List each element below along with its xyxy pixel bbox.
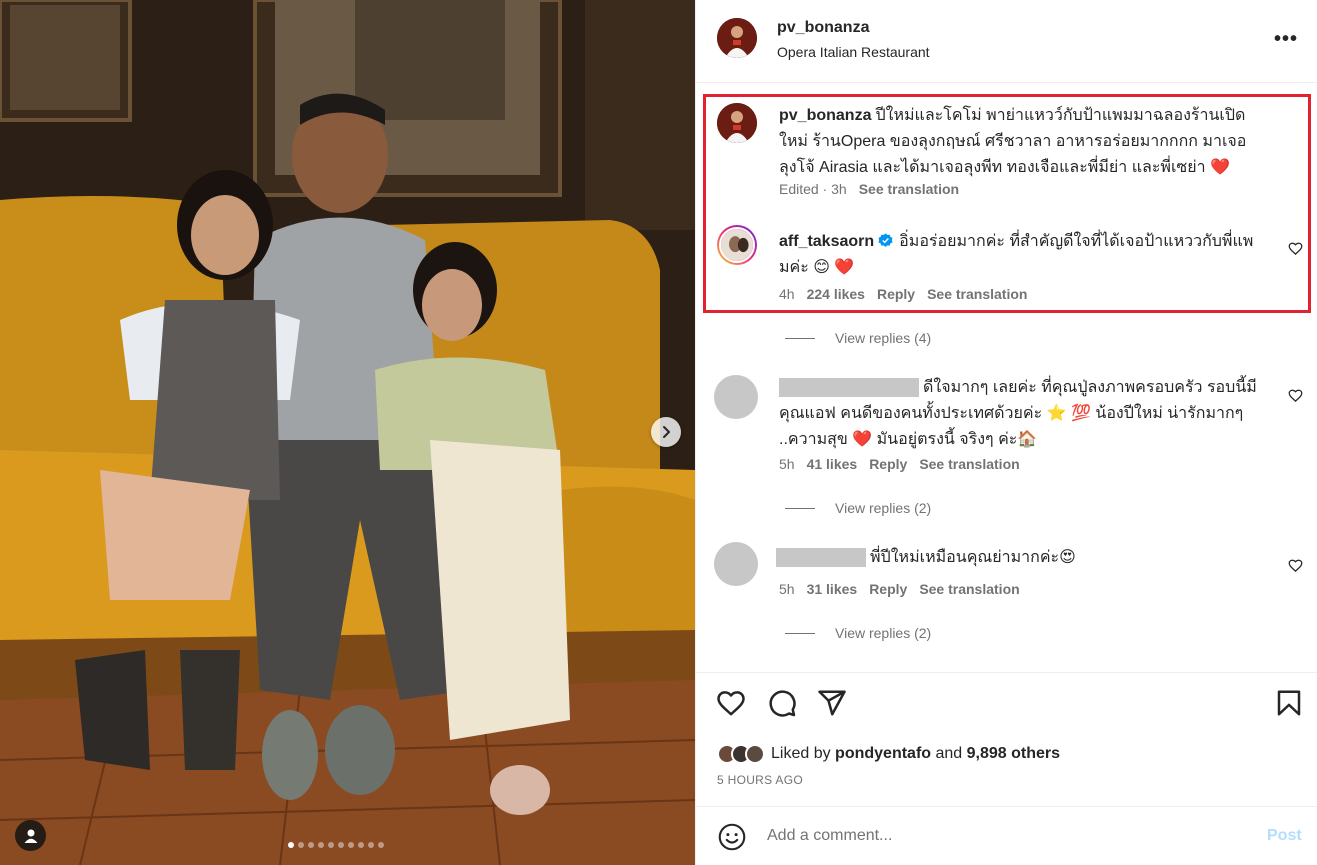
likes-text: Liked by pondyentafo and 9,898 others bbox=[771, 745, 1060, 763]
commenter-avatar[interactable] bbox=[717, 225, 757, 265]
commenter-avatar[interactable] bbox=[714, 542, 758, 586]
comment-like-icon[interactable] bbox=[1288, 388, 1303, 403]
post-panel: pv_bonanza Opera Italian Restaurant ••• … bbox=[695, 0, 1317, 865]
post-time: 5 HOURS AGO bbox=[717, 773, 803, 787]
divider-line bbox=[785, 507, 815, 509]
see-translation-link[interactable]: See translation bbox=[919, 456, 1019, 472]
see-translation-link[interactable]: See translation bbox=[919, 581, 1019, 597]
save-icon[interactable] bbox=[1274, 688, 1304, 718]
view-replies-label: View replies (2) bbox=[835, 500, 932, 516]
post-header: pv_bonanza Opera Italian Restaurant ••• bbox=[696, 0, 1317, 83]
comment-meta: 5h 41 likes Reply See translation bbox=[779, 456, 1020, 472]
liker-avatar bbox=[745, 744, 765, 764]
comment-text: aff_taksaorn อิ่มอร่อยมากค่ะ ที่สำคัญดีใจ… bbox=[779, 229, 1259, 281]
user-icon bbox=[24, 829, 37, 843]
author-username[interactable]: pv_bonanza bbox=[777, 19, 869, 37]
reply-button[interactable]: Reply bbox=[869, 456, 907, 472]
post-button[interactable]: Post bbox=[1267, 827, 1302, 845]
comment-meta: 5h 31 likes Reply See translation bbox=[779, 581, 1020, 597]
comment-text: พี่ปีใหม่เหมือนคุณย่ามากค่ะ😍 bbox=[776, 545, 1259, 571]
comment-meta: 4h 224 likes Reply See translation bbox=[779, 286, 1027, 302]
more-options-button[interactable]: ••• bbox=[1274, 28, 1298, 51]
divider-line bbox=[785, 337, 815, 339]
caption-text: pv_bonanza ปีใหม่และโคโม่ พาย่าแหวว์กับป้… bbox=[779, 103, 1259, 181]
carousel-dot bbox=[348, 842, 354, 848]
author-avatar[interactable] bbox=[717, 18, 757, 58]
add-comment-bar: Add a comment... Post bbox=[696, 806, 1317, 865]
comment-time: 5h bbox=[779, 456, 795, 472]
action-bar: Liked by pondyentafo and 9,898 others 5 … bbox=[696, 672, 1317, 792]
comment-username[interactable]: aff_taksaorn bbox=[779, 233, 874, 250]
comment-likes[interactable]: 41 likes bbox=[807, 456, 858, 472]
avatar-image bbox=[717, 18, 757, 58]
carousel-next-button[interactable] bbox=[651, 417, 681, 447]
like-icon[interactable] bbox=[716, 688, 746, 718]
comment-icon[interactable] bbox=[767, 688, 797, 718]
carousel-dot bbox=[378, 842, 384, 848]
comment-likes[interactable]: 31 likes bbox=[807, 581, 858, 597]
avatar-image bbox=[717, 103, 757, 143]
see-translation-link[interactable]: See translation bbox=[927, 286, 1027, 302]
reply-button[interactable]: Reply bbox=[877, 286, 915, 302]
divider-line bbox=[785, 632, 815, 634]
share-icon[interactable] bbox=[817, 688, 847, 718]
liked-by-user-link[interactable]: pondyentafo bbox=[835, 745, 931, 762]
instagram-post-view: pv_bonanza Opera Italian Restaurant ••• … bbox=[0, 0, 1317, 865]
comment-time: 5h bbox=[779, 581, 795, 597]
see-translation-link[interactable]: See translation bbox=[859, 181, 959, 197]
view-replies-button[interactable]: View replies (4) bbox=[785, 330, 931, 346]
reply-button[interactable]: Reply bbox=[869, 581, 907, 597]
carousel-dot bbox=[368, 842, 374, 848]
photo-image bbox=[0, 0, 695, 865]
view-replies-button[interactable]: View replies (2) bbox=[785, 625, 931, 641]
comment-body: พี่ปีใหม่เหมือนคุณย่ามากค่ะ😍 bbox=[870, 549, 1076, 566]
verified-badge-icon bbox=[878, 233, 893, 247]
carousel-indicator bbox=[288, 842, 384, 848]
redacted-username bbox=[776, 548, 866, 568]
comment-likes[interactable]: 224 likes bbox=[807, 286, 865, 302]
emoji-icon[interactable] bbox=[718, 823, 746, 851]
redacted-username bbox=[779, 378, 919, 398]
post-photo[interactable] bbox=[0, 0, 695, 865]
caption-meta: Edited · 3h See translation bbox=[779, 181, 959, 197]
likes-summary: Liked by pondyentafo and 9,898 others bbox=[717, 744, 1060, 764]
likes-others-link[interactable]: 9,898 others bbox=[967, 745, 1060, 762]
comment-input[interactable]: Add a comment... bbox=[767, 827, 892, 845]
tagged-users-button[interactable] bbox=[15, 820, 46, 851]
view-replies-button[interactable]: View replies (2) bbox=[785, 500, 931, 516]
chevron-right-icon bbox=[663, 426, 670, 438]
carousel-dot bbox=[288, 842, 294, 848]
comment-time: 4h bbox=[779, 286, 795, 302]
commenter-avatar[interactable] bbox=[714, 375, 758, 419]
and-label: and bbox=[935, 745, 963, 762]
carousel-dot bbox=[308, 842, 314, 848]
carousel-dot bbox=[358, 842, 364, 848]
view-replies-label: View replies (4) bbox=[835, 330, 932, 346]
comment-like-icon[interactable] bbox=[1288, 558, 1303, 573]
view-replies-label: View replies (2) bbox=[835, 625, 932, 641]
avatar-image bbox=[719, 227, 755, 263]
caption-avatar[interactable] bbox=[717, 103, 757, 143]
caption-username[interactable]: pv_bonanza bbox=[779, 107, 871, 124]
carousel-dot bbox=[318, 842, 324, 848]
carousel-dot bbox=[328, 842, 334, 848]
comment-text: ดีใจมากๆ เลยค่ะ ที่คุณปู่ลงภาพครอบครัว ร… bbox=[779, 375, 1259, 453]
edited-label: Edited · 3h bbox=[779, 181, 847, 197]
carousel-dot bbox=[298, 842, 304, 848]
comment-like-icon[interactable] bbox=[1288, 241, 1303, 256]
liked-by-label: Liked by bbox=[771, 745, 831, 762]
post-location[interactable]: Opera Italian Restaurant bbox=[777, 44, 930, 60]
carousel-dot bbox=[338, 842, 344, 848]
